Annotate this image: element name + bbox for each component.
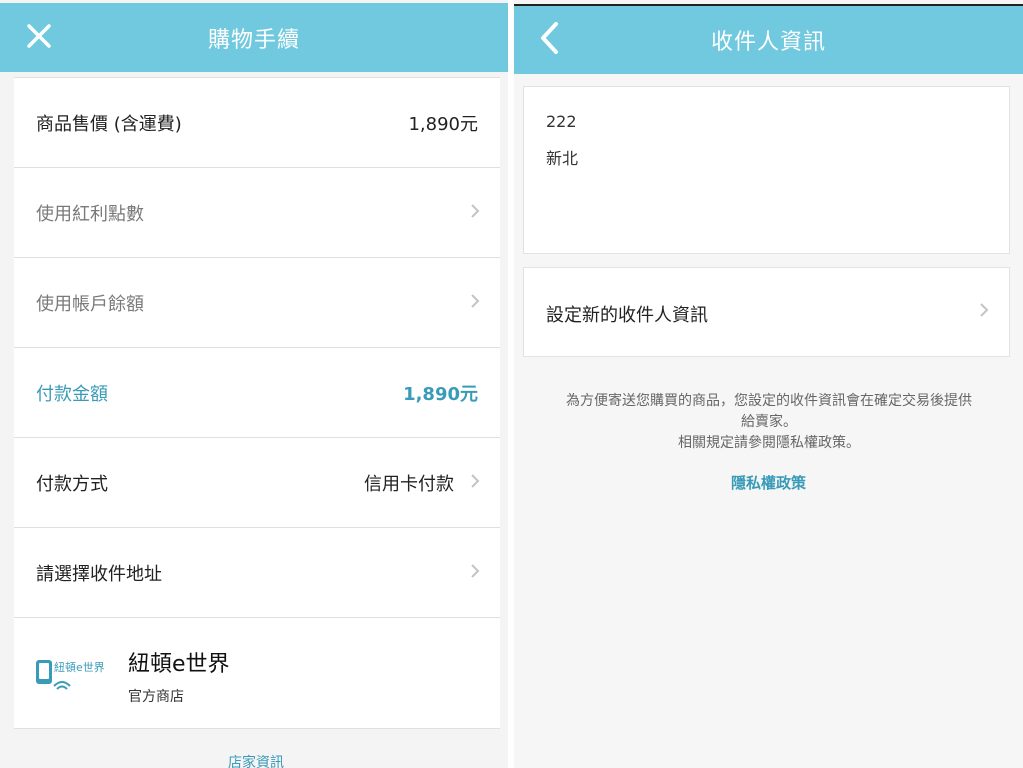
privacy-policy-link[interactable]: 隱私權政策 — [514, 472, 1023, 493]
shop-logo: 紐頓e世界 — [34, 656, 105, 696]
shop-type: 官方商店 — [128, 689, 184, 705]
payment-method-value: 信用卡付款 — [364, 473, 454, 495]
chevron-right-icon — [979, 302, 989, 322]
shop-logo-text: 紐頓e世界 — [54, 660, 104, 674]
checkout-header: 購物手續 — [0, 3, 508, 72]
account-balance-label: 使用帳戶餘額 — [36, 293, 144, 315]
shop-name: 紐頓e世界 — [128, 652, 230, 677]
price-value: 1,890元 — [408, 113, 478, 135]
bonus-points-row[interactable]: 使用紅利點數 — [14, 167, 500, 257]
shop-info-row[interactable]: 紐頓e世界 紐頓e世界 官方商店 — [14, 617, 500, 729]
recipient-header: 收件人資訊 — [514, 4, 1023, 74]
select-address-row[interactable]: 請選擇收件地址 — [14, 527, 500, 617]
page-title: 收件人資訊 — [710, 30, 826, 55]
shop-info-link[interactable]: 店家資訊 — [228, 752, 284, 768]
payment-method-row[interactable]: 付款方式 信用卡付款 — [14, 437, 500, 527]
set-new-recipient-label: 設定新的收件人資訊 — [546, 305, 708, 326]
page-title: 購物手續 — [207, 27, 300, 53]
chevron-right-icon — [470, 563, 480, 583]
price-row: 商品售價 (含運費) 1,890元 — [14, 77, 500, 167]
payment-amount-label: 付款金額 — [36, 383, 108, 405]
select-address-label: 請選擇收件地址 — [36, 563, 162, 585]
payment-amount-value: 1,890元 — [403, 383, 478, 405]
checkout-screen: 購物手續 商品售價 (含運費) 1,890元 使用紅利點數 使用帳戶餘額 付款金… — [0, 0, 508, 768]
set-new-recipient-row[interactable]: 設定新的收件人資訊 — [523, 267, 1010, 357]
recipient-address-card: 222 新北 — [523, 86, 1010, 254]
recipient-info-screen: 收件人資訊 222 新北 設定新的收件人資訊 為方便寄送您購買的商品，您設定的收… — [514, 0, 1023, 768]
bonus-points-label: 使用紅利點數 — [36, 203, 144, 225]
payment-amount-row: 付款金額 1,890元 — [14, 347, 500, 437]
payment-method-label: 付款方式 — [36, 473, 108, 495]
notice-line-2: 給賣家。 — [741, 414, 797, 430]
address-line-1: 222 — [546, 112, 577, 131]
chevron-right-icon — [470, 203, 480, 223]
notice-line-1: 為方便寄送您購買的商品，您設定的收件資訊會在確定交易後提供 — [566, 393, 972, 409]
chevron-right-icon — [470, 473, 480, 493]
account-balance-row[interactable]: 使用帳戶餘額 — [14, 257, 500, 347]
notice-line-3: 相關規定請參閱隱私權政策。 — [678, 435, 860, 451]
chevron-right-icon — [470, 293, 480, 313]
address-line-2: 新北 — [546, 149, 579, 168]
price-label: 商品售價 (含運費) — [36, 113, 182, 135]
